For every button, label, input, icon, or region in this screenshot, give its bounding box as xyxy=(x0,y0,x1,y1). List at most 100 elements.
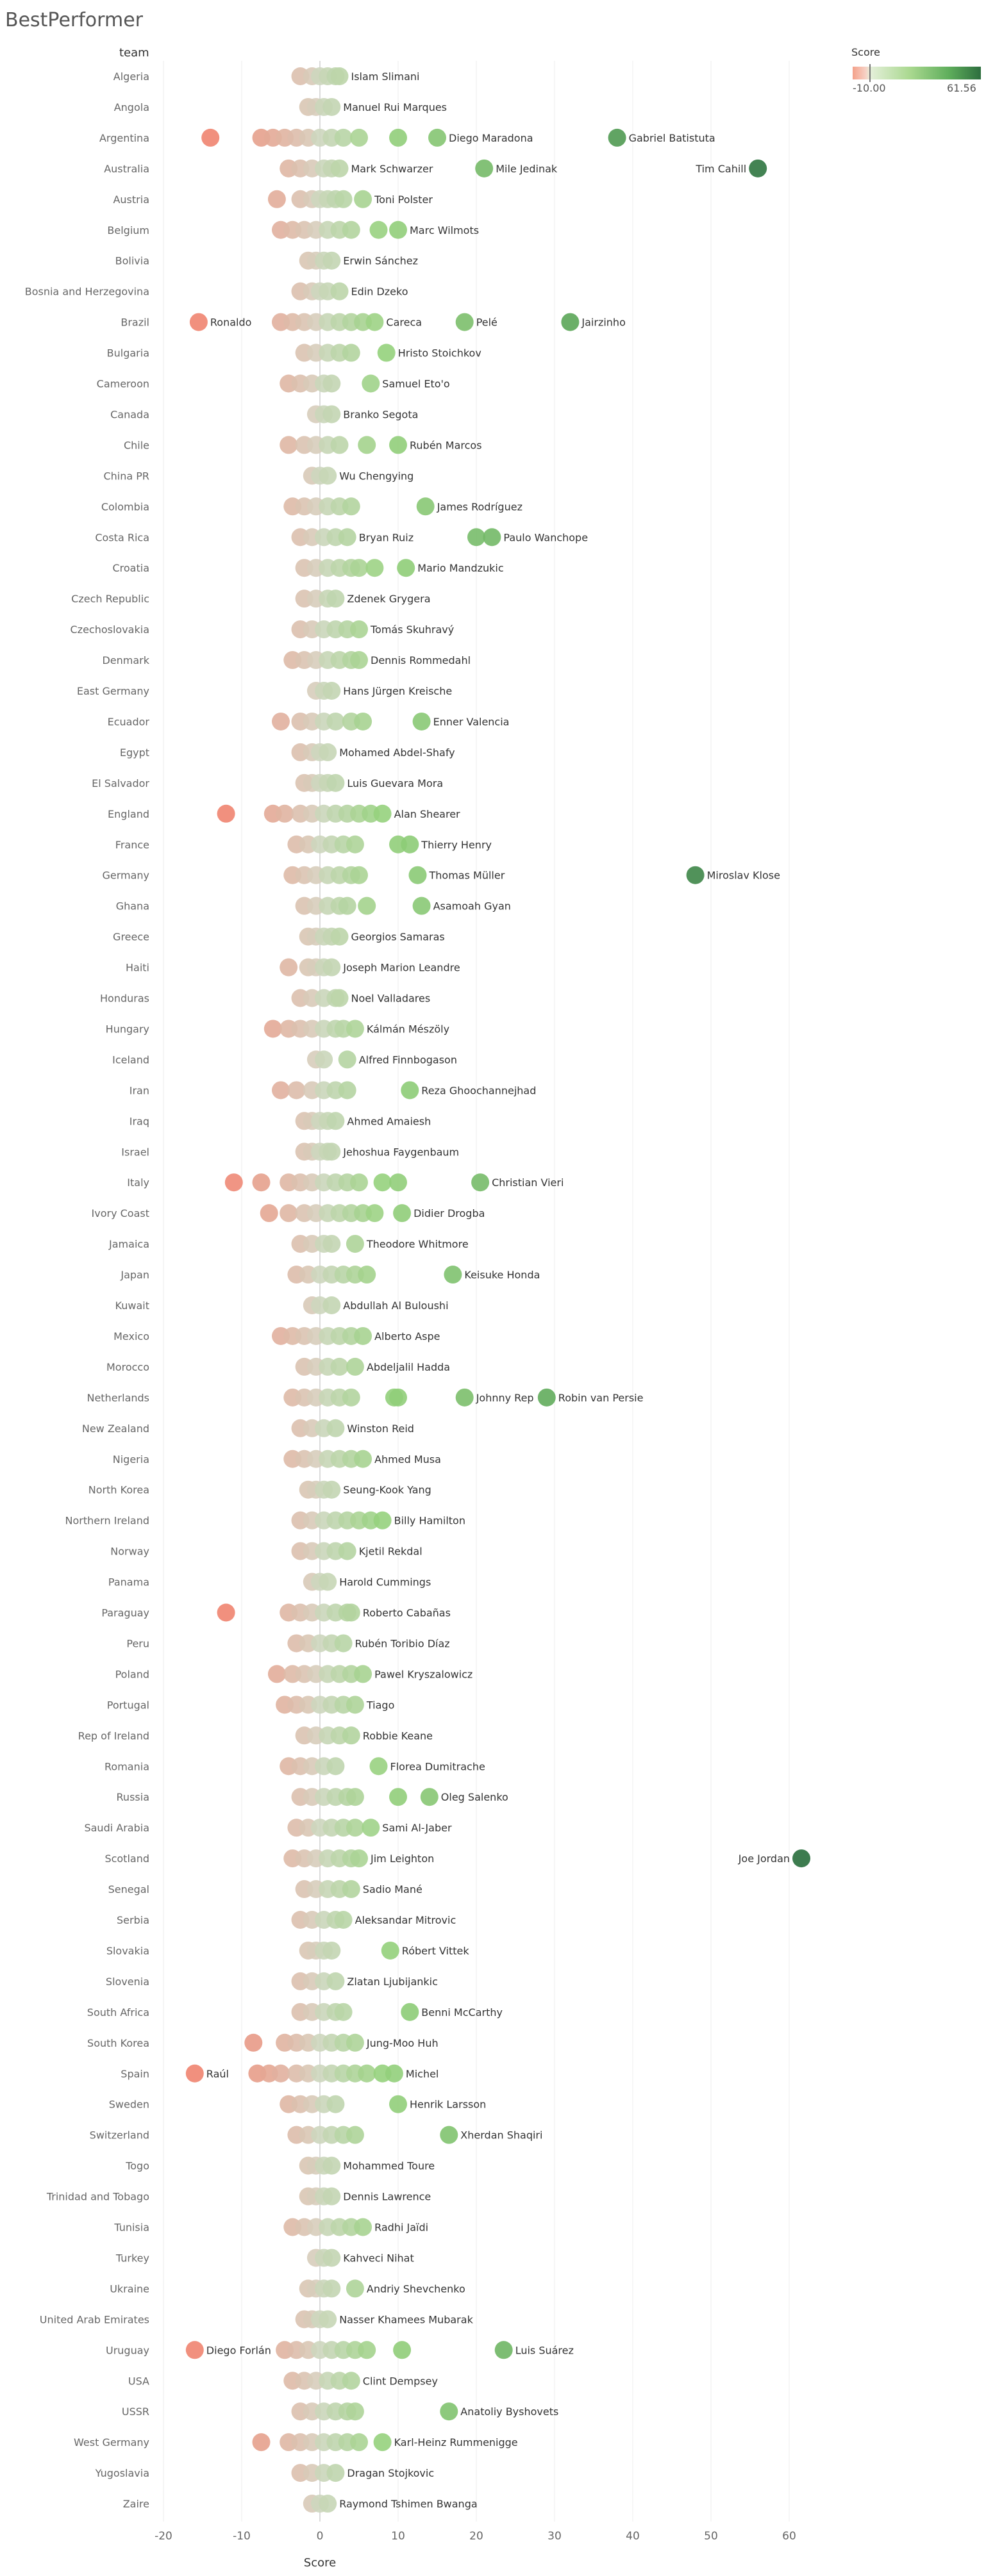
data-point xyxy=(354,2218,372,2236)
best-player-label: Jim Leighton xyxy=(370,1853,434,1865)
data-point xyxy=(350,2433,368,2452)
data-point xyxy=(322,374,341,393)
data-point xyxy=(440,2126,458,2144)
team-label: Belgium xyxy=(107,224,149,236)
team-label: USSR xyxy=(122,2406,149,2418)
team-label: Slovenia xyxy=(106,1976,149,1988)
data-point xyxy=(322,1143,341,1161)
data-point xyxy=(322,2156,341,2175)
data-point xyxy=(440,2402,458,2421)
best-player-label: Wu Chengying xyxy=(339,470,414,482)
data-point xyxy=(334,128,353,147)
data-point xyxy=(346,2279,364,2298)
data-point xyxy=(354,1665,372,1683)
team-label: Greece xyxy=(113,931,149,943)
data-point xyxy=(401,835,419,854)
team-label: South Africa xyxy=(87,2006,149,2019)
player-label: Gabriel Batistuta xyxy=(629,132,715,144)
team-label: Russia xyxy=(117,1791,149,1803)
data-point xyxy=(334,190,353,208)
best-player-label: Edin Dzeko xyxy=(351,286,408,298)
team-label: Iceland xyxy=(112,1053,149,1066)
data-point xyxy=(322,958,341,977)
best-player-label: Seung-Kook Yang xyxy=(343,1484,431,1496)
team-label: Saudi Arabia xyxy=(84,1822,149,1834)
x-axis: -20 -10 0 10 20 30 40 50 60 Score xyxy=(155,2530,796,2570)
data-point xyxy=(322,1235,341,1253)
best-player-label: Bryan Ruiz xyxy=(359,531,414,543)
team-label: Bolivia xyxy=(115,255,149,267)
team-label: Cameroon xyxy=(97,378,149,390)
team-label: Serbia xyxy=(117,1914,149,1926)
team-label: United Arab Emirates xyxy=(40,2313,149,2325)
team-label: Egypt xyxy=(120,747,149,759)
data-point xyxy=(267,1665,286,1683)
data-point xyxy=(326,1112,345,1130)
best-player-label: Mario Mandzukic xyxy=(417,562,503,574)
team-label: Angola xyxy=(114,101,149,113)
gridlines xyxy=(163,61,790,2522)
best-player-label: Harold Cummings xyxy=(339,1576,431,1589)
team-label: Spain xyxy=(121,2068,149,2080)
team-label: Scotland xyxy=(104,1853,149,1865)
best-player-label: Rubén Toribio Díaz xyxy=(355,1637,450,1649)
best-player-label: Alberto Aspe xyxy=(374,1330,440,1342)
best-player-label: Georgios Samaras xyxy=(351,931,445,943)
data-point xyxy=(189,313,208,331)
data-point xyxy=(322,1480,341,1499)
player-label: Raúl xyxy=(206,2068,229,2080)
best-player-label: Robbie Keane xyxy=(363,1730,433,1742)
data-point xyxy=(389,2095,407,2113)
data-point xyxy=(252,1173,271,1192)
best-player-label: Dennis Rommedahl xyxy=(371,654,471,666)
data-point xyxy=(389,220,407,239)
data-point xyxy=(393,1204,412,1223)
data-point xyxy=(319,743,337,761)
team-label: Uruguay xyxy=(106,2344,149,2356)
best-player-label: Manuel Rui Marques xyxy=(343,101,447,113)
scatter-plot: Algeria Islam Slimani Angola Manuel Rui Mar… xyxy=(25,61,811,2570)
best-player-label: Luis Guevara Mora xyxy=(347,777,443,789)
data-point xyxy=(354,712,372,731)
team-label: Costa Rica xyxy=(95,531,149,543)
best-player-label: Anatoliy Byshovets xyxy=(460,2406,558,2418)
best-player-label: Abdeljalil Hadda xyxy=(367,1361,450,1373)
data-point xyxy=(315,1050,333,1069)
data-point xyxy=(326,1972,345,1990)
best-player-label: Marc Wilmots xyxy=(410,224,479,236)
data-point xyxy=(342,220,360,239)
best-player-label: Róbert Vittek xyxy=(402,1945,470,1957)
best-player-label: Pawel Kryszalowicz xyxy=(374,1668,472,1680)
data-point xyxy=(326,712,345,731)
player-label: Diego Forlán xyxy=(206,2344,271,2356)
team-label: Canada xyxy=(110,408,149,420)
team-label: South Korea xyxy=(87,2037,149,2049)
data-point xyxy=(280,1204,298,1223)
data-point xyxy=(338,1542,356,1560)
data-point xyxy=(330,1357,349,1376)
x-axis-title: Score xyxy=(304,2556,336,2570)
best-player-label: Raymond Tshimen Bwanga xyxy=(339,2498,477,2510)
team-label: New Zealand xyxy=(82,1423,149,1435)
x-tick-label: 20 xyxy=(469,2530,483,2543)
data-point xyxy=(322,2249,341,2267)
best-player-label: Dennis Lawrence xyxy=(343,2191,431,2203)
team-label: Slovakia xyxy=(106,1945,149,1957)
data-point xyxy=(389,1388,407,1407)
data-point xyxy=(319,466,337,485)
data-point xyxy=(319,2310,337,2329)
data-point xyxy=(455,313,474,331)
data-point xyxy=(350,651,368,670)
best-player-label: Joseph Marion Leandre xyxy=(342,962,460,974)
best-player-label: Hans Jürgen Kreische xyxy=(343,685,452,697)
data-point xyxy=(338,896,356,915)
best-player-label: Winston Reid xyxy=(347,1423,414,1435)
data-point xyxy=(358,1266,376,1284)
best-player-label: Aleksandar Mitrovic xyxy=(355,1914,456,1926)
data-point xyxy=(330,927,349,946)
best-player-label: Oleg Salenko xyxy=(441,1791,508,1803)
data-point xyxy=(287,1081,306,1100)
best-player-label: Islam Slimani xyxy=(351,70,420,83)
best-player-label: Billy Hamilton xyxy=(394,1515,465,1527)
best-player-label: Toni Polster xyxy=(374,194,433,206)
